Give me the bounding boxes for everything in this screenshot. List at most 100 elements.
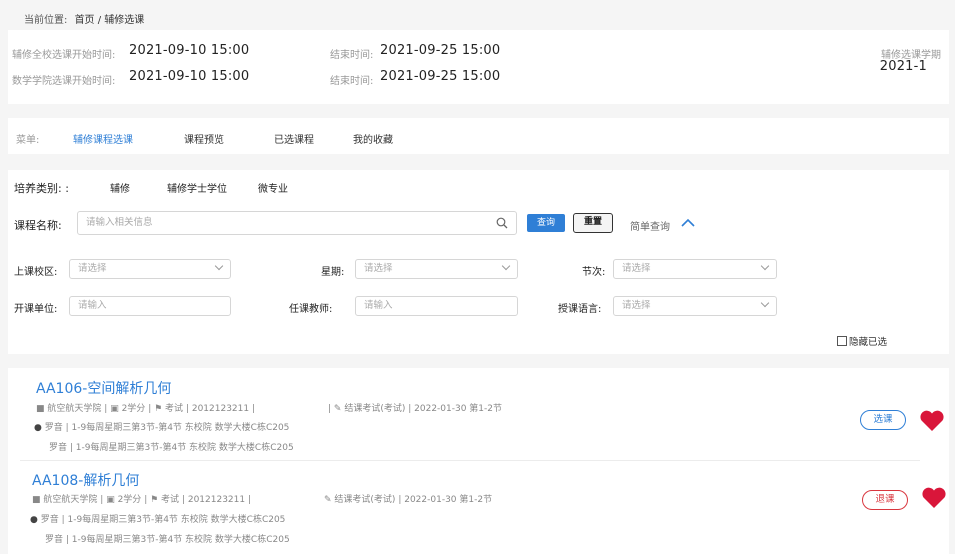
chevron-down-icon — [760, 298, 770, 308]
period-label: 节次: — [582, 267, 606, 278]
heart-icon[interactable] — [919, 410, 945, 432]
credit-icon: ▣ — [106, 495, 115, 505]
teacher-placeholder: 请输入 — [364, 300, 393, 311]
teacher-icon: ● — [30, 515, 38, 525]
teacher-input[interactable]: 请输入 — [355, 296, 518, 316]
campus-select[interactable]: 请选择 — [69, 259, 231, 279]
menu-bar: 菜单: 辅修课程选课 课程预览 已选课程 我的收藏 — [8, 118, 949, 154]
breadcrumb-path[interactable]: 首页 / 辅修选课 — [75, 15, 145, 26]
course-teacher: 罗音 — [49, 443, 68, 453]
course-meta: ■ 航空航天学院 | ▣ 2学分 | ⚑ 考试 | 2012123211 | — [32, 495, 252, 505]
course-teacher: 罗音 — [45, 535, 64, 545]
course-code: 2012123211 — [187, 495, 246, 505]
window-end-label-2: 结束时间: — [330, 76, 374, 87]
course-code: 2012123211 — [191, 404, 250, 414]
exam-type: 结课考试(考试) — [334, 495, 396, 505]
heart-icon[interactable] — [921, 487, 947, 509]
simple-query-toggle[interactable]: 简单查询 — [630, 218, 670, 233]
time-panel: 辅修全校选课开始时间: 2021-09-10 15:00 结束时间: 2021-… — [8, 30, 949, 104]
schedule-line: ● 罗音 | 1-9每周星期三第3节-第4节 东校院 数学大楼C栋C205 — [34, 423, 290, 433]
menu-item-preview[interactable]: 课程预览 — [184, 131, 224, 146]
search-icon[interactable] — [496, 217, 508, 229]
language-label: 授课语言: — [558, 304, 602, 315]
category-option-micro[interactable]: 微专业 — [258, 180, 288, 195]
exam-date: 2022-01-30 第1-2节 — [414, 404, 503, 414]
course-credit: 2学分 — [121, 404, 146, 414]
course-name-label: 课程名称: — [14, 219, 62, 232]
dept-placeholder: 请输入 — [78, 300, 107, 311]
weekday-select[interactable]: 请选择 — [355, 259, 518, 279]
checkbox-box[interactable] — [837, 336, 847, 346]
period-select[interactable]: 请选择 — [613, 259, 777, 279]
exam-info: | ✎ 结课考试(考试) | 2022-01-30 第1-2节 — [328, 404, 503, 414]
campus-placeholder: 请选择 — [78, 263, 107, 274]
course-card: AA108-解析几何 ■ 航空航天学院 | ▣ 2学分 | ⚑ 考试 | 201… — [8, 462, 949, 554]
course-name-input[interactable]: 请输入相关信息 — [77, 211, 517, 235]
weekday-label: 星期: — [321, 267, 345, 278]
window-label-1: 辅修全校选课开始时间: — [12, 50, 116, 61]
term-value: 2021-1 — [879, 59, 927, 74]
schedule-line: 罗音 | 1-9每周星期三第3节-第4节 东校院 数学大楼C栋C205 — [45, 535, 290, 545]
select-course-button[interactable]: 选课 — [860, 410, 906, 430]
menu-item-favorites[interactable]: 我的收藏 — [353, 131, 393, 146]
course-assess: 考试 — [165, 404, 184, 414]
breadcrumb-label: 当前位置: — [24, 15, 68, 26]
course-name-placeholder: 请输入相关信息 — [86, 217, 153, 228]
drop-course-button[interactable]: 退课 — [862, 490, 908, 510]
flag-icon: ⚑ — [154, 404, 163, 414]
window-start-2: 2021-09-10 15:00 — [129, 69, 250, 84]
weekday-placeholder: 请选择 — [364, 263, 393, 274]
building-icon: ■ — [36, 404, 45, 414]
edit-icon: ✎ — [333, 404, 342, 414]
edit-icon: ✎ — [324, 495, 332, 505]
hide-selected-label: 隐藏已选 — [849, 337, 888, 348]
course-schedule: 1-9每周星期三第3节-第4节 东校院 数学大楼C栋C205 — [67, 515, 286, 525]
course-list: AA106-空间解析几何 ■ 航空航天学院 | ▣ 2学分 | ⚑ 考试 | 2… — [8, 368, 949, 554]
divider — [20, 460, 920, 461]
query-button[interactable]: 查询 — [527, 214, 565, 232]
window-end-1: 2021-09-25 15:00 — [380, 43, 501, 58]
chevron-down-icon — [214, 261, 224, 271]
reset-button[interactable]: 重置 — [573, 213, 613, 233]
window-start-1: 2021-09-10 15:00 — [129, 43, 250, 58]
schedule-line: ● 罗音 | 1-9每周星期三第3节-第4节 东校院 数学大楼C栋C205 — [30, 515, 286, 525]
teacher-icon: ● — [34, 423, 42, 433]
dept-input[interactable]: 请输入 — [69, 296, 231, 316]
menu-item-selected[interactable]: 已选课程 — [274, 131, 314, 146]
chevron-down-icon — [501, 261, 511, 271]
course-schedule: 1-9每周星期三第3节-第4节 东校院 数学大楼C栋C205 — [75, 443, 294, 453]
credit-icon: ▣ — [110, 404, 119, 414]
hide-selected-checkbox[interactable]: 隐藏已选 — [837, 334, 887, 348]
course-card: AA106-空间解析几何 ■ 航空航天学院 | ▣ 2学分 | ⚑ 考试 | 2… — [8, 368, 949, 460]
menu-item-elective[interactable]: 辅修课程选课 — [73, 131, 133, 146]
category-label: 培养类别: : — [14, 182, 69, 195]
course-college: 航空航天学院 — [43, 495, 98, 505]
dept-label: 开课单位: — [14, 304, 58, 315]
campus-label: 上课校区: — [14, 267, 58, 278]
course-title[interactable]: AA106-空间解析几何 — [36, 378, 171, 398]
teacher-label: 任课教师: — [289, 304, 333, 315]
course-credit: 2学分 — [117, 495, 142, 505]
course-schedule: 1-9每周星期三第3节-第4节 东校院 数学大楼C栋C205 — [71, 423, 290, 433]
window-end-2: 2021-09-25 15:00 — [380, 69, 501, 84]
language-select[interactable]: 请选择 — [613, 296, 777, 316]
chevron-down-icon — [760, 261, 770, 271]
category-option-degree[interactable]: 辅修学士学位 — [167, 180, 227, 195]
course-meta: ■ 航空航天学院 | ▣ 2学分 | ⚑ 考试 | 2012123211 | — [36, 404, 256, 414]
breadcrumb: 当前位置: 首页 / 辅修选课 — [24, 11, 144, 26]
course-teacher: 罗音 — [40, 515, 59, 525]
exam-info: ✎ 结课考试(考试) | 2022-01-30 第1-2节 — [324, 495, 493, 505]
flag-icon: ⚑ — [150, 495, 159, 505]
course-teacher: 罗音 — [44, 423, 63, 433]
schedule-line: 罗音 | 1-9每周星期三第3节-第4节 东校院 数学大楼C栋C205 — [49, 443, 294, 453]
course-title[interactable]: AA108-解析几何 — [32, 470, 139, 490]
building-icon: ■ — [32, 495, 41, 505]
course-schedule: 1-9每周星期三第3节-第4节 东校院 数学大楼C栋C205 — [71, 535, 290, 545]
window-label-2: 数学学院选课开始时间: — [12, 76, 116, 87]
course-college: 航空航天学院 — [47, 404, 102, 414]
exam-date: 2022-01-30 第1-2节 — [404, 495, 493, 505]
language-placeholder: 请选择 — [622, 300, 651, 311]
chevron-up-icon[interactable] — [680, 217, 696, 227]
menu-label: 菜单: — [16, 135, 40, 146]
category-option-minor[interactable]: 辅修 — [110, 180, 130, 195]
